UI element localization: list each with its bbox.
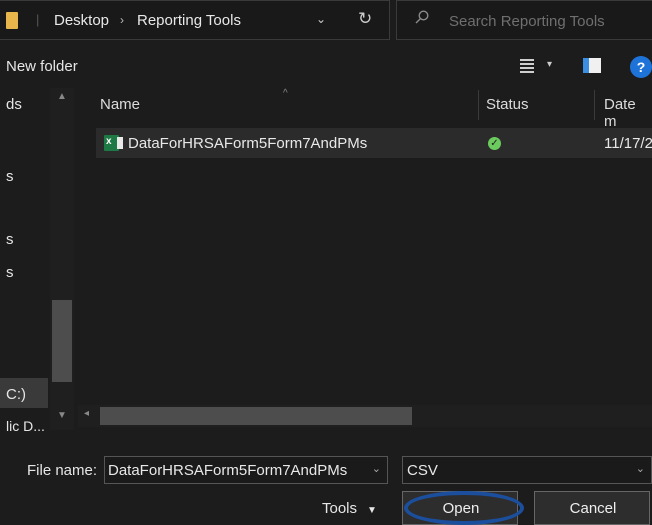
dialog-footer: File name: DataForHRSAForm5Form7AndPMs ⌄… <box>0 434 652 525</box>
preview-pane-icon[interactable] <box>583 58 601 73</box>
folder-icon <box>6 12 18 29</box>
cancel-button[interactable]: Cancel <box>534 491 650 525</box>
navigation-pane: ds s s s C:) lic D... ▲ ▼ <box>0 88 76 434</box>
caret-down-icon: ▼ <box>367 505 377 516</box>
address-bar[interactable]: | Desktop › Reporting Tools ⌄ ↻ <box>0 0 390 40</box>
scroll-up-icon[interactable]: ▲ <box>57 91 67 102</box>
view-options-button[interactable]: ▾ <box>516 57 556 77</box>
nav-scrollbar-thumb[interactable] <box>52 300 72 382</box>
toolbar: New folder ▾ ? <box>0 48 652 86</box>
nav-item[interactable]: s <box>6 264 14 281</box>
column-name[interactable]: Name <box>100 96 140 113</box>
nav-item-downloads[interactable]: ds <box>6 96 22 113</box>
new-folder-button[interactable]: New folder <box>6 58 78 75</box>
file-name-value[interactable]: DataForHRSAForm5Form7AndPMs <box>108 462 347 479</box>
nav-item[interactable]: s <box>6 168 14 185</box>
file-name-label: File name: <box>27 462 98 479</box>
nav-scrollbar[interactable]: ▲ ▼ <box>50 88 74 430</box>
address-dropdown-icon[interactable]: ⌄ <box>316 12 326 26</box>
excel-csv-icon: x <box>104 135 123 151</box>
chevron-down-icon[interactable]: ⌄ <box>636 462 645 475</box>
scroll-left-icon[interactable]: ◂ <box>84 408 89 419</box>
details-view-icon <box>520 59 534 73</box>
column-divider[interactable] <box>478 90 479 120</box>
file-row[interactable]: x DataForHRSAForm5Form7AndPMs ✓ 11/17/2 <box>96 128 652 158</box>
tools-label: Tools <box>322 500 358 517</box>
horizontal-scrollbar[interactable]: ◂ <box>78 405 652 427</box>
nav-item[interactable]: s <box>6 231 14 248</box>
file-date-modified: 11/17/2 <box>604 135 652 152</box>
synced-check-icon: ✓ <box>488 137 501 150</box>
tools-button[interactable]: Tools ▼ <box>322 500 377 517</box>
file-name: DataForHRSAForm5Form7AndPMs <box>128 135 368 152</box>
chevron-down-icon: ▾ <box>547 59 553 70</box>
annotation-circle <box>404 491 524 525</box>
file-type-value: CSV <box>407 462 438 479</box>
column-header: ^ Name Status Date m <box>78 88 652 130</box>
search-input[interactable]: Search Reporting Tools <box>449 13 605 30</box>
sort-ascending-icon: ^ <box>283 88 288 99</box>
file-name-field[interactable]: DataForHRSAForm5Form7AndPMs ⌄ <box>104 456 388 484</box>
nav-item-local-disk[interactable]: C:) <box>6 386 26 403</box>
open-button[interactable]: Open <box>402 491 524 525</box>
search-icon <box>415 10 429 24</box>
file-type-select[interactable]: CSV ⌄ <box>402 456 652 484</box>
refresh-icon[interactable]: ↻ <box>358 9 372 29</box>
column-date-modified[interactable]: Date m <box>604 96 652 130</box>
horizontal-scrollbar-thumb[interactable] <box>100 407 412 425</box>
nav-item-public[interactable]: lic D... <box>6 418 45 434</box>
column-status[interactable]: Status <box>486 96 529 113</box>
breadcrumb-desktop[interactable]: Desktop <box>54 12 109 29</box>
breadcrumb-reporting-tools[interactable]: Reporting Tools <box>137 12 241 29</box>
chevron-down-icon[interactable]: ⌄ <box>372 462 381 475</box>
help-icon[interactable]: ? <box>630 56 652 78</box>
scroll-down-icon[interactable]: ▼ <box>57 410 67 421</box>
breadcrumb-chevron-icon[interactable]: › <box>120 13 124 27</box>
breadcrumb-separator: | <box>36 12 40 27</box>
search-box[interactable]: Search Reporting Tools <box>396 0 652 40</box>
column-divider[interactable] <box>594 90 595 120</box>
cancel-button-label: Cancel <box>569 500 617 517</box>
